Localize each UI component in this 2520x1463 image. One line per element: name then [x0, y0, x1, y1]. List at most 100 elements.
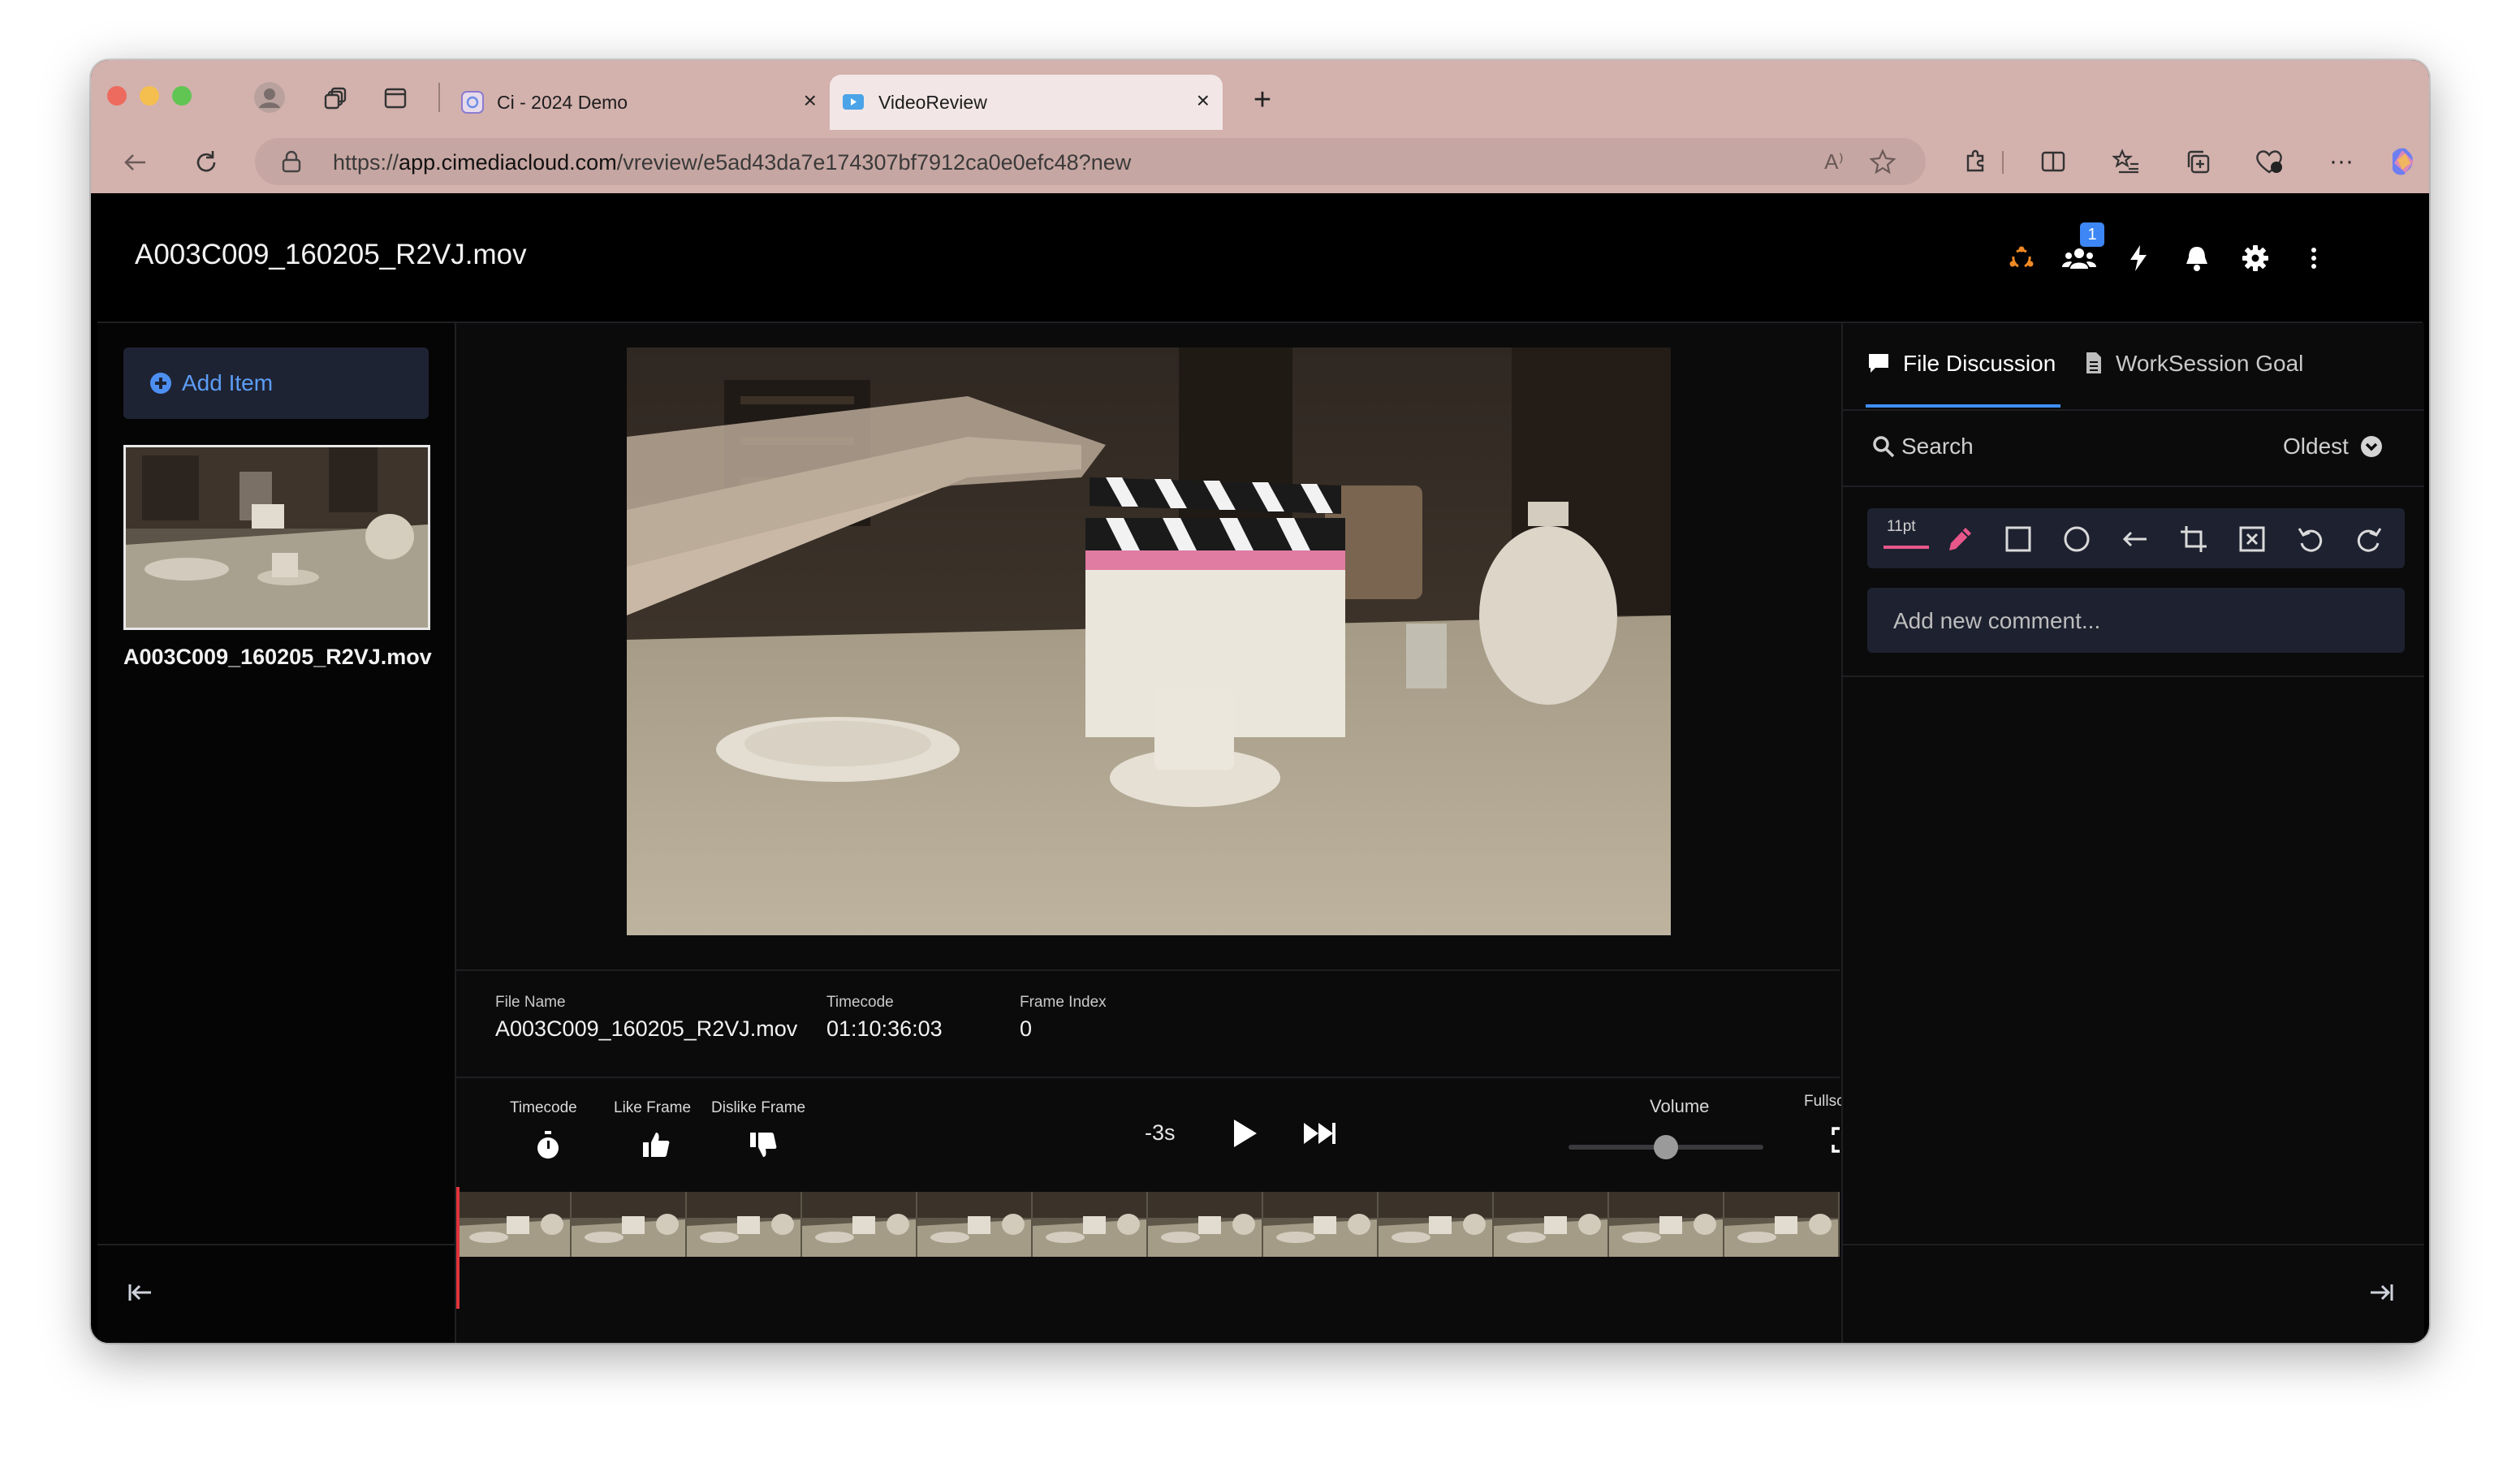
favorite-star-icon[interactable] — [1869, 148, 1896, 175]
timecode-value: 01:10:36:03 — [826, 1016, 943, 1041]
videoreview-favicon-icon — [841, 90, 865, 114]
player-controls: Timecode Like Frame Dislike Frame -3s Vo… — [456, 1077, 1875, 1192]
pen-size-selector[interactable]: 11pt — [1884, 518, 1929, 557]
copilot-icon[interactable] — [2385, 145, 2419, 179]
back-arrow-icon[interactable] — [119, 146, 151, 179]
dislike-frame-label: Dislike Frame — [711, 1099, 806, 1116]
close-window-button[interactable] — [107, 86, 127, 106]
ci-favicon-icon — [461, 91, 484, 114]
add-item-button[interactable]: Add Item — [123, 347, 429, 419]
clear-tool-icon[interactable] — [2236, 523, 2268, 555]
tab-label: File Discussion — [1903, 351, 2056, 376]
tab-worksession-goal[interactable]: WorkSession Goal — [2085, 351, 2303, 377]
volume-label: Volume — [1650, 1096, 1710, 1116]
pen-size-label: 11pt — [1887, 518, 1916, 535]
filmstrip-frame[interactable] — [802, 1192, 917, 1257]
favorites-list-icon[interactable] — [2111, 146, 2142, 177]
tab-videoreview[interactable]: VideoReview × — [830, 75, 1223, 130]
gear-icon[interactable] — [2241, 244, 2270, 273]
fast-forward-icon[interactable] — [1301, 1117, 1338, 1150]
comment-input[interactable] — [1867, 588, 2406, 654]
collections-icon[interactable] — [2182, 146, 2213, 177]
filmstrip-frame[interactable] — [1609, 1192, 1724, 1257]
tab-file-discussion[interactable]: File Discussion — [1867, 351, 2056, 377]
filmstrip-frame[interactable] — [456, 1192, 572, 1257]
url-text[interactable]: https://app.cimediacloud.com/vreview/e5a… — [333, 150, 1131, 175]
file-name-label: File Name — [495, 994, 566, 1011]
tab-ci-2024-demo[interactable]: Ci - 2024 Demo × — [442, 75, 830, 130]
collapse-left-icon[interactable] — [125, 1278, 154, 1307]
discussion-panel: File Discussion WorkSession Goal Search … — [1841, 323, 2424, 1343]
video-frame[interactable] — [627, 347, 1671, 935]
browser-essentials-icon[interactable] — [2254, 146, 2285, 177]
active-tab-indicator — [1866, 404, 2060, 408]
undo-icon[interactable] — [2294, 523, 2327, 555]
filmstrip-frame[interactable] — [1263, 1192, 1379, 1257]
volume-slider[interactable] — [1569, 1135, 1763, 1159]
file-name-value: A003C009_160205_R2VJ.mov — [495, 1016, 798, 1041]
reload-icon[interactable] — [190, 146, 222, 179]
rewind-3s-button[interactable]: -3s — [1145, 1120, 1176, 1146]
playhead-marker[interactable] — [456, 1187, 460, 1309]
filmstrip-frame[interactable] — [1724, 1192, 1840, 1257]
chevron-down-circle-icon — [2360, 435, 2383, 458]
filmstrip-frame[interactable] — [1379, 1192, 1494, 1257]
crop-tool-icon[interactable] — [2177, 523, 2210, 555]
users-count-badge: 1 — [2080, 222, 2104, 247]
search-button[interactable]: Search — [1872, 434, 1974, 460]
pencil-tool-icon[interactable] — [1944, 523, 1976, 555]
filmstrip-frame[interactable] — [1494, 1192, 1609, 1257]
redo-icon[interactable] — [2353, 523, 2385, 555]
timecode-label: Timecode — [826, 994, 894, 1011]
bell-icon[interactable] — [2182, 244, 2211, 273]
maximize-window-button[interactable] — [172, 86, 192, 106]
thumbs-up-icon[interactable] — [640, 1129, 672, 1161]
vertical-ellipsis-icon[interactable] — [2299, 244, 2328, 273]
url-domain: app.cimediacloud.com — [399, 150, 617, 175]
sort-dropdown[interactable]: Oldest — [2283, 434, 2383, 460]
search-label: Search — [1901, 434, 1974, 459]
read-aloud-icon[interactable]: A⁾ — [1820, 148, 1848, 175]
vertical-tabs-icon[interactable] — [382, 84, 409, 112]
volume-knob[interactable] — [1654, 1135, 1678, 1159]
tab-title: VideoReview — [878, 91, 987, 113]
filmstrip-frame[interactable] — [1148, 1192, 1263, 1257]
circle-tool-icon[interactable] — [2060, 523, 2093, 555]
new-tab-icon[interactable]: + — [1247, 83, 1278, 117]
close-tab-icon[interactable]: × — [804, 89, 817, 112]
video-player-area: File Name A003C009_160205_R2VJ.mov Timec… — [456, 323, 1875, 1343]
split-screen-icon[interactable] — [2038, 146, 2069, 177]
play-icon[interactable] — [1228, 1116, 1263, 1151]
organization-icon[interactable] — [2007, 244, 2036, 273]
extensions-icon[interactable] — [1960, 146, 1991, 177]
filmstrip-frame[interactable] — [917, 1192, 1033, 1257]
close-tab-icon[interactable]: × — [1197, 89, 1210, 112]
app-header: A003C009_160205_R2VJ.mov 1 — [97, 193, 2423, 323]
comment-box — [1867, 588, 2406, 654]
stopwatch-icon[interactable] — [534, 1130, 562, 1161]
users-icon[interactable]: 1 — [2062, 222, 2104, 273]
add-item-label: Add Item — [182, 370, 274, 395]
address-bar[interactable]: https://app.cimediacloud.com/vreview/e5a… — [255, 138, 1926, 185]
timeline-filmstrip[interactable] — [456, 1192, 1840, 1257]
document-icon — [2085, 352, 2106, 376]
rectangle-tool-icon[interactable] — [2002, 523, 2035, 555]
more-menu-icon[interactable]: ··· — [2325, 146, 2358, 177]
filmstrip-frame[interactable] — [1033, 1192, 1148, 1257]
search-icon — [1872, 435, 1895, 458]
filmstrip-frame[interactable] — [572, 1192, 687, 1257]
discussion-search-row: Search Oldest — [1843, 409, 2424, 487]
video-thumbnail[interactable] — [123, 445, 430, 630]
divider — [1843, 675, 2424, 677]
arrow-tool-icon[interactable] — [2119, 523, 2151, 555]
profile-avatar-icon[interactable] — [253, 81, 286, 114]
lock-icon[interactable] — [279, 149, 304, 174]
browser-window: Ci - 2024 Demo × VideoReview × + https:/… — [91, 60, 2429, 1343]
collapse-right-icon[interactable] — [2367, 1278, 2397, 1307]
workspaces-icon[interactable] — [323, 84, 351, 112]
thumbs-down-icon[interactable] — [747, 1129, 779, 1161]
file-info-bar: File Name A003C009_160205_R2VJ.mov Timec… — [456, 969, 1840, 1078]
minimize-window-button[interactable] — [140, 86, 159, 106]
filmstrip-frame[interactable] — [687, 1192, 802, 1257]
lightning-icon[interactable] — [2124, 244, 2153, 273]
